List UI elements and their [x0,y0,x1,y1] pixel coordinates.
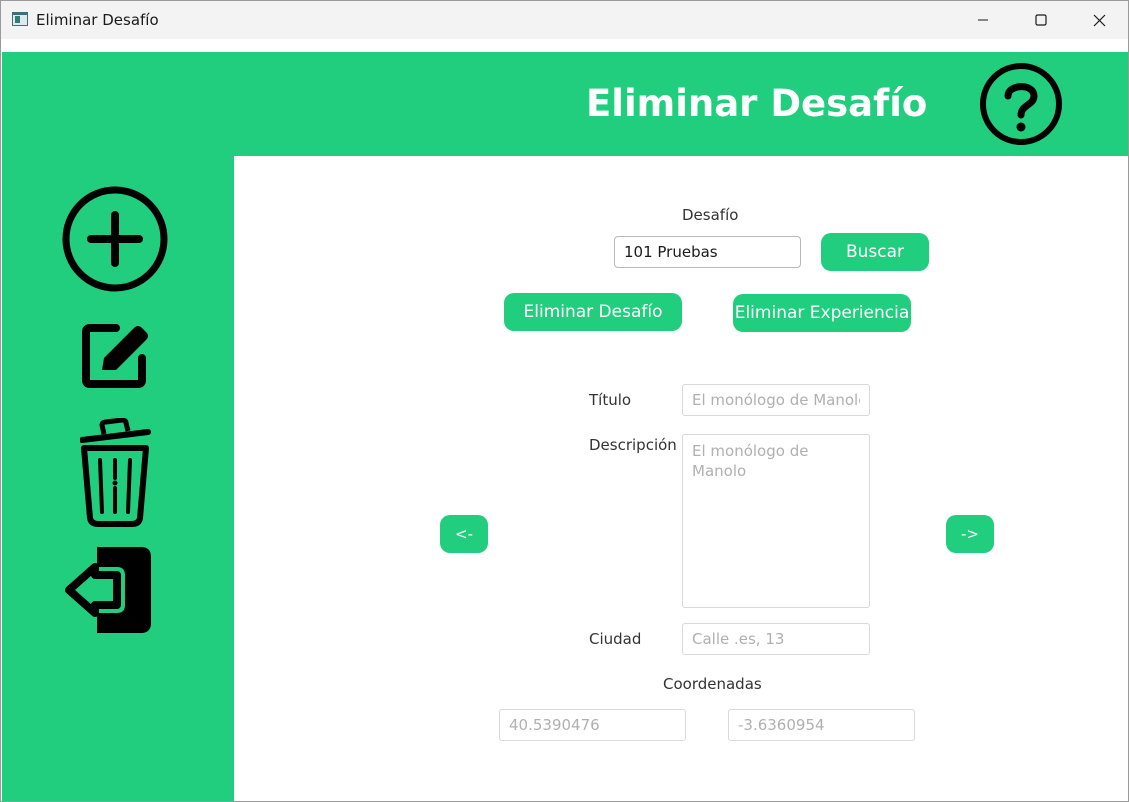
buscar-button[interactable]: Buscar [821,233,929,271]
coordenadas-label: Coordenadas [663,675,762,693]
edit-square-icon[interactable] [80,320,152,392]
ciudad-label: Ciudad [589,630,642,648]
descripcion-label: Descripción [589,436,677,454]
content-panel: Desafío Buscar Eliminar Desafío Eliminar… [234,156,1128,801]
app-icon [12,12,28,26]
latitud-field[interactable] [499,709,686,741]
desafio-label: Desafío [682,206,739,224]
eliminar-experiencia-button[interactable]: Eliminar Experiencia [733,294,911,332]
next-button[interactable]: -> [946,515,994,553]
app-area: Eliminar Desafío Desafío 101 Pruebas Bus… [2,52,1128,801]
title-bar: Eliminar Desafío [1,1,1128,39]
minimize-button[interactable] [954,1,1012,39]
minimize-icon [978,19,988,21]
window-title: Eliminar Desafío [36,11,159,29]
app-window: Eliminar Desafío Eliminar Desafío Desafí… [0,0,1129,802]
plus-circle-icon[interactable] [61,185,169,293]
maximize-icon [1035,14,1047,26]
eliminar-desafio-button[interactable]: Eliminar Desafío [504,293,682,331]
desafio-input[interactable] [614,236,801,268]
longitud-field[interactable] [728,709,915,741]
trash-icon[interactable] [80,418,152,528]
question-circle-icon[interactable] [979,63,1063,147]
titulo-label: Título [589,391,632,409]
previous-button[interactable]: <- [440,515,488,553]
ciudad-field[interactable] [682,623,870,655]
page-title: Eliminar Desafío [586,82,928,125]
maximize-button[interactable] [1012,1,1070,39]
close-button[interactable] [1070,1,1128,39]
descripcion-field[interactable] [682,434,870,608]
close-icon [1093,14,1105,26]
titulo-field[interactable] [682,384,870,416]
logout-icon[interactable] [61,547,153,633]
